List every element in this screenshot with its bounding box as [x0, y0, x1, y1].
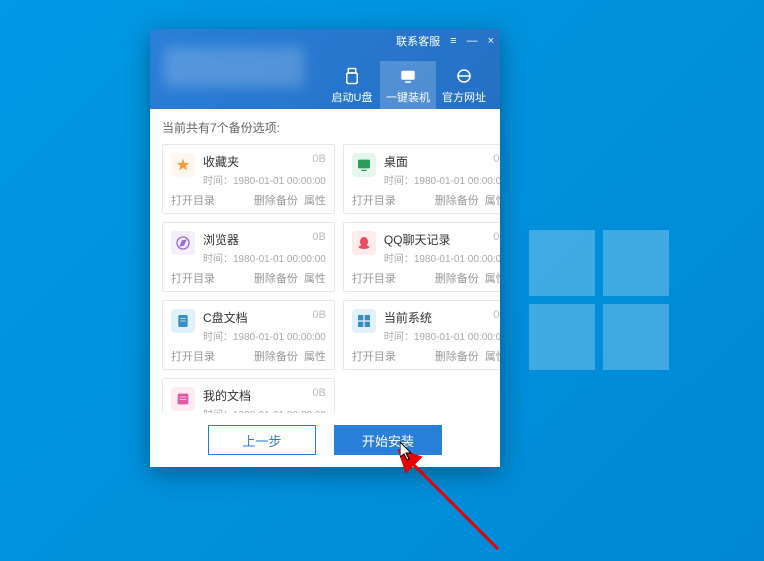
open-dir-link[interactable]: 打开目录 [352, 348, 396, 364]
card-icon [352, 153, 376, 177]
backup-time: 时间：1980-01-01 00:00:00 [384, 250, 500, 265]
backup-name: 桌面 [384, 153, 408, 170]
installer-window: 联系客服 ≡ — × 启动U盘 一键装机 官方网址 [150, 29, 500, 467]
start-install-button[interactable]: 开始安装 [334, 425, 442, 455]
tab-label: 启动U盘 [332, 89, 373, 105]
props-link[interactable]: 属性 [485, 270, 500, 286]
props-link[interactable]: 属性 [304, 192, 326, 208]
backup-size: 0B [493, 153, 500, 170]
backup-time: 时间：1980-01-01 00:00:00 [203, 406, 326, 413]
ie-icon [454, 66, 474, 86]
tab-label: 官方网址 [442, 89, 486, 105]
backup-time: 时间：1980-01-01 00:00:00 [203, 172, 326, 187]
window-header: 联系客服 ≡ — × 启动U盘 一键装机 官方网址 [150, 29, 500, 109]
titlebar: 联系客服 ≡ — × [396, 33, 494, 49]
usb-icon [342, 66, 362, 86]
backup-size: 0B [312, 231, 325, 248]
card-icon [171, 153, 195, 177]
card-icon [171, 309, 195, 333]
backup-size: 0B [312, 387, 325, 404]
backup-name: C盘文档 [203, 309, 248, 326]
card-icon [171, 387, 195, 411]
backup-size: 0B [312, 309, 325, 326]
footer-actions: 上一步 开始安装 [150, 413, 500, 467]
props-link[interactable]: 属性 [485, 348, 500, 364]
minimize-button[interactable]: — [467, 35, 478, 47]
tab-one-click-install[interactable]: 一键装机 [380, 61, 436, 109]
backup-name: 浏览器 [203, 231, 239, 248]
backup-card[interactable]: 收藏夹 0B 时间：1980-01-01 00:00:00 打开目录 删除备份 … [162, 144, 335, 214]
backup-name: 当前系统 [384, 309, 432, 326]
tab-label: 一键装机 [386, 89, 430, 105]
backup-name: QQ聊天记录 [384, 231, 451, 248]
card-icon [352, 309, 376, 333]
props-link[interactable]: 属性 [304, 348, 326, 364]
delete-backup-link[interactable]: 删除备份 [254, 270, 298, 286]
backup-card[interactable]: 当前系统 0B 时间：1980-01-01 00:00:00 打开目录 删除备份… [343, 300, 500, 370]
props-link[interactable]: 属性 [304, 270, 326, 286]
backup-card[interactable]: QQ聊天记录 0B 时间：1980-01-01 00:00:00 打开目录 删除… [343, 222, 500, 292]
tab-usb-boot[interactable]: 启动U盘 [324, 61, 380, 109]
backup-time: 时间：1980-01-01 00:00:00 [203, 328, 326, 343]
open-dir-link[interactable]: 打开目录 [171, 348, 215, 364]
backup-name: 我的文档 [203, 387, 251, 404]
card-icon [171, 231, 195, 255]
delete-backup-link[interactable]: 删除备份 [435, 192, 479, 208]
open-dir-link[interactable]: 打开目录 [352, 192, 396, 208]
delete-backup-link[interactable]: 删除备份 [435, 270, 479, 286]
backup-time: 时间：1980-01-01 00:00:00 [384, 172, 500, 187]
open-dir-link[interactable]: 打开目录 [171, 270, 215, 286]
delete-backup-link[interactable]: 删除备份 [254, 348, 298, 364]
backup-grid: 收藏夹 0B 时间：1980-01-01 00:00:00 打开目录 删除备份 … [162, 144, 488, 413]
prev-button[interactable]: 上一步 [208, 425, 316, 455]
tab-official-site[interactable]: 官方网址 [436, 61, 492, 109]
backup-size: 0B [493, 309, 500, 326]
backup-name: 收藏夹 [203, 153, 239, 170]
delete-backup-link[interactable]: 删除备份 [435, 348, 479, 364]
open-dir-link[interactable]: 打开目录 [352, 270, 396, 286]
contact-support-link[interactable]: 联系客服 [396, 33, 440, 49]
backup-time: 时间：1980-01-01 00:00:00 [384, 328, 500, 343]
backup-card[interactable]: 桌面 0B 时间：1980-01-01 00:00:00 打开目录 删除备份 属… [343, 144, 500, 214]
menu-icon[interactable]: ≡ [450, 35, 456, 47]
open-dir-link[interactable]: 打开目录 [171, 192, 215, 208]
close-button[interactable]: × [488, 35, 494, 47]
content-area: 当前共有7个备份选项: 收藏夹 0B 时间：1980-01-01 00:00:0… [150, 109, 500, 413]
backup-time: 时间：1980-01-01 00:00:00 [203, 250, 326, 265]
backup-size: 0B [312, 153, 325, 170]
delete-backup-link[interactable]: 删除备份 [254, 192, 298, 208]
backup-card[interactable]: 浏览器 0B 时间：1980-01-01 00:00:00 打开目录 删除备份 … [162, 222, 335, 292]
mouse-cursor [400, 442, 416, 462]
backup-count-label: 当前共有7个备份选项: [162, 119, 488, 136]
windows-desktop-logo [529, 230, 669, 370]
card-icon [352, 231, 376, 255]
backup-card[interactable]: 我的文档 0B 时间：1980-01-01 00:00:00 打开目录 删除备份… [162, 378, 335, 413]
props-link[interactable]: 属性 [485, 192, 500, 208]
header-tabs: 启动U盘 一键装机 官方网址 [324, 61, 492, 109]
app-logo [164, 47, 304, 87]
backup-card[interactable]: C盘文档 0B 时间：1980-01-01 00:00:00 打开目录 删除备份… [162, 300, 335, 370]
backup-size: 0B [493, 231, 500, 248]
install-icon [398, 66, 418, 86]
